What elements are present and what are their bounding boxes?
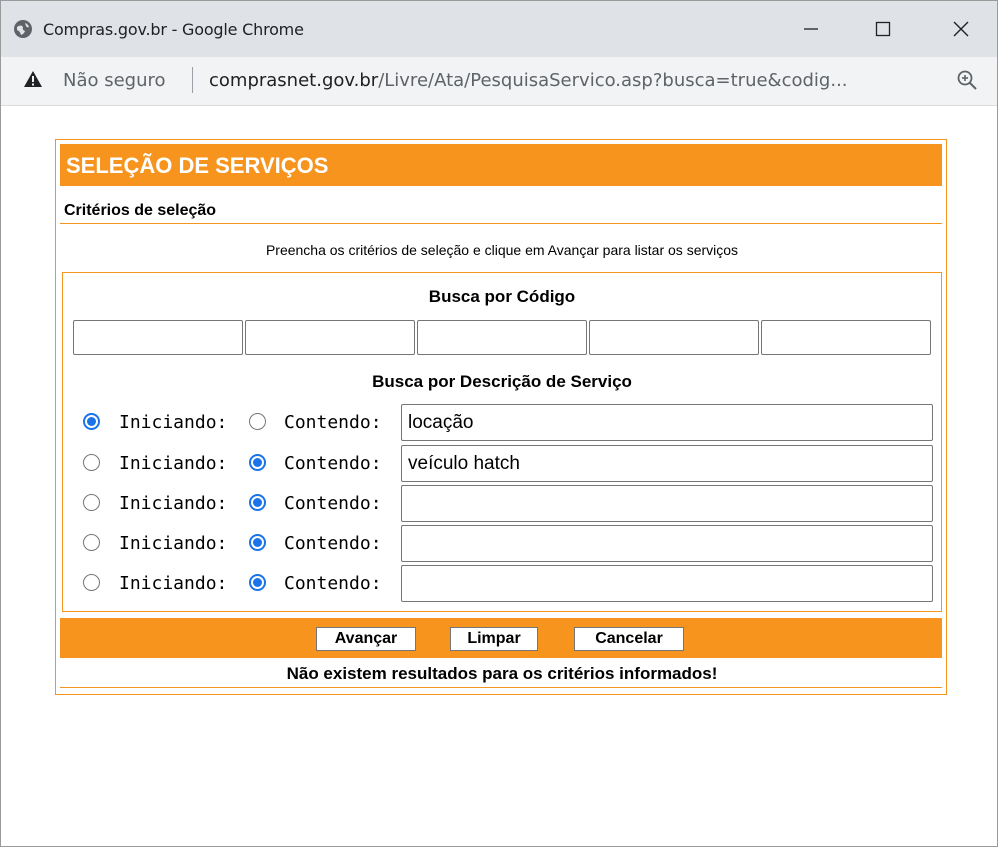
title-bar: Compras.gov.br - Google Chrome: [1, 1, 997, 57]
code-input-4[interactable]: [589, 320, 759, 355]
description-input[interactable]: [401, 565, 933, 602]
containing-radio[interactable]: [249, 413, 266, 430]
url-host: comprasnet.gov.br: [209, 70, 379, 91]
starting-label: Iniciando:: [119, 493, 228, 514]
url-display[interactable]: comprasnet.gov.br/Livre/Ata/PesquisaServ…: [209, 70, 939, 91]
code-input-1[interactable]: [73, 320, 243, 355]
panel-header: SELEÇÃO DE SERVIÇOS: [60, 144, 942, 186]
containing-label: Contendo:: [284, 412, 382, 433]
containing-label: Contendo:: [284, 533, 382, 554]
minimize-icon: [804, 28, 818, 30]
criteria-divider: [60, 223, 942, 224]
code-input-5[interactable]: [761, 320, 931, 355]
globe-icon: [14, 20, 32, 38]
description-row: Iniciando: Contendo:: [63, 565, 941, 603]
address-bar: Não seguro comprasnet.gov.br/Livre/Ata/P…: [1, 57, 997, 106]
zoom-icon[interactable]: [956, 69, 978, 91]
description-input[interactable]: [401, 525, 933, 562]
instructions-text: Preencha os critérios de seleção e cliqu…: [265, 242, 739, 258]
maximize-button[interactable]: [863, 13, 903, 45]
containing-label: Contendo:: [284, 493, 382, 514]
description-row: Iniciando: Contendo:: [63, 404, 941, 442]
close-button[interactable]: [941, 13, 981, 45]
result-divider: [60, 687, 942, 688]
code-input-2[interactable]: [245, 320, 415, 355]
starting-radio[interactable]: [83, 574, 100, 591]
browser-window: Compras.gov.br - Google Chrome Não segur…: [0, 0, 998, 847]
clear-button[interactable]: Limpar: [450, 627, 538, 651]
starting-label: Iniciando:: [119, 412, 228, 433]
starting-radio[interactable]: [83, 534, 100, 551]
close-icon: [953, 21, 969, 37]
security-label[interactable]: Não seguro: [63, 70, 166, 91]
window-title: Compras.gov.br - Google Chrome: [43, 20, 304, 39]
code-input-3[interactable]: [417, 320, 587, 355]
criteria-title: Critérios de seleção: [64, 202, 217, 219]
description-input[interactable]: [401, 485, 933, 522]
description-input[interactable]: [401, 445, 933, 482]
containing-label: Contendo:: [284, 573, 382, 594]
address-separator: [192, 67, 193, 93]
cancel-button[interactable]: Cancelar: [574, 627, 684, 651]
maximize-icon: [875, 21, 891, 37]
service-selection-panel: SELEÇÃO DE SERVIÇOS Critérios de seleção…: [55, 139, 947, 695]
starting-radio[interactable]: [83, 454, 100, 471]
warning-icon[interactable]: [23, 70, 43, 88]
search-criteria-box: Busca por Código Busca por Descrição de …: [62, 272, 942, 612]
containing-radio[interactable]: [249, 574, 266, 591]
containing-radio[interactable]: [249, 454, 266, 471]
containing-label: Contendo:: [284, 453, 382, 474]
starting-radio[interactable]: [83, 494, 100, 511]
code-search-title: Busca por Código: [428, 287, 576, 306]
url-path: /Livre/Ata/PesquisaServico.asp?busca=tru…: [378, 70, 848, 91]
button-bar: Avançar Limpar Cancelar: [60, 618, 942, 658]
starting-label: Iniciando:: [119, 573, 228, 594]
description-row: Iniciando: Contendo:: [63, 445, 941, 483]
description-search-title: Busca por Descrição de Serviço: [372, 372, 632, 391]
containing-radio[interactable]: [249, 534, 266, 551]
starting-label: Iniciando:: [119, 453, 228, 474]
containing-radio[interactable]: [249, 494, 266, 511]
panel-title: SELEÇÃO DE SERVIÇOS: [66, 153, 329, 178]
description-input[interactable]: [401, 404, 933, 441]
description-row: Iniciando: Contendo:: [63, 525, 941, 563]
starting-radio[interactable]: [83, 413, 100, 430]
result-message: Não existem resultados para os critérios…: [286, 664, 718, 683]
minimize-button[interactable]: [791, 13, 831, 45]
starting-label: Iniciando:: [119, 533, 228, 554]
description-row: Iniciando: Contendo:: [63, 485, 941, 523]
advance-button[interactable]: Avançar: [316, 627, 416, 651]
